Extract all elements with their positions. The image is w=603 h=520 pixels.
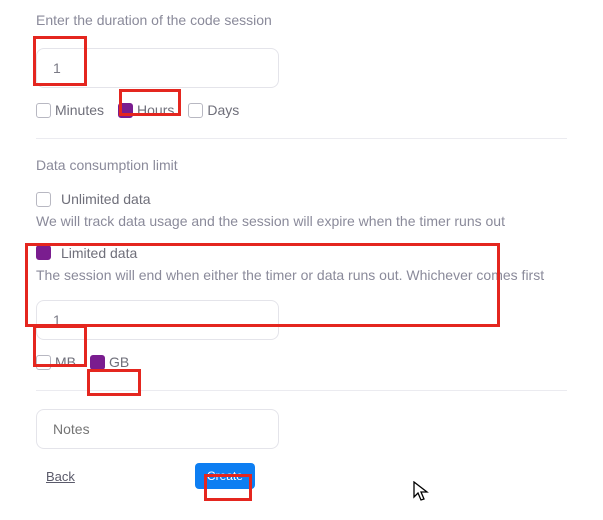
limited-data-desc: The session will end when either the tim… [36,265,567,287]
cursor-icon [413,481,429,503]
limited-data-title: Limited data [61,245,137,261]
unit-mb-option[interactable]: MB [36,354,76,370]
unit-minutes-label: Minutes [55,102,104,118]
unit-gb-option[interactable]: GB [90,354,129,370]
notes-input[interactable] [36,409,279,449]
duration-label: Enter the duration of the code session [36,12,567,28]
unit-mb-checkbox[interactable] [36,355,51,370]
section-divider [36,138,567,139]
unlimited-data-desc: We will track data usage and the session… [36,211,567,233]
unit-hours-checkbox[interactable] [118,103,133,118]
unit-minutes-checkbox[interactable] [36,103,51,118]
unit-days-checkbox[interactable] [188,103,203,118]
duration-unit-row: Minutes Hours Days [36,102,567,118]
unlimited-data-block: Unlimited data We will track data usage … [36,191,567,233]
unit-hours-label: Hours [137,102,174,118]
limited-data-block: Limited data The session will end when e… [36,245,567,287]
unlimited-data-checkbox[interactable] [36,192,51,207]
back-link[interactable]: Back [46,469,75,484]
limited-data-checkbox[interactable] [36,245,51,260]
unit-days-option[interactable]: Days [188,102,239,118]
unit-days-label: Days [207,102,239,118]
section-divider-2 [36,390,567,391]
unit-gb-label: GB [109,354,129,370]
create-button[interactable]: Create [195,463,255,489]
unlimited-data-title: Unlimited data [61,191,151,207]
unit-gb-checkbox[interactable] [90,355,105,370]
duration-input[interactable] [36,48,279,88]
unit-mb-label: MB [55,354,76,370]
data-unit-row: MB GB [36,354,567,370]
unit-minutes-option[interactable]: Minutes [36,102,104,118]
data-amount-input[interactable] [36,300,279,340]
create-session-form: Enter the duration of the code session M… [0,0,603,489]
data-limit-heading: Data consumption limit [36,157,567,173]
unit-hours-option[interactable]: Hours [118,102,174,118]
footer-row: Back Create [36,463,567,489]
